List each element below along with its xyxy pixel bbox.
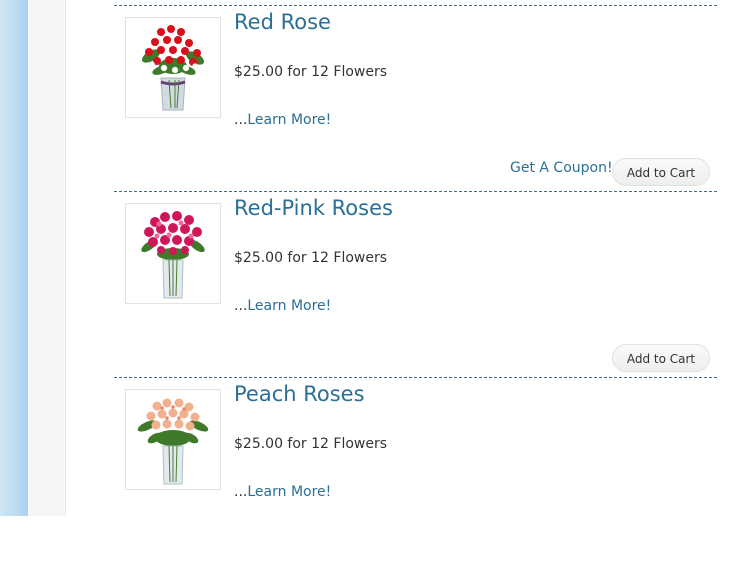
product-title[interactable]: Red Rose [234,10,331,34]
learn-more-link[interactable]: Learn More! [247,112,331,128]
learn-more: ...Learn More! [234,484,331,500]
learn-more-prefix: ... [234,484,248,500]
product-price: $25.00 for 12 Flowers [234,64,388,80]
content-gutter [28,0,66,516]
product-price: $25.00 for 12 Flowers [234,250,388,266]
product-item: Peach Roses $25.00 for 12 Flowers ...Lea… [114,377,717,564]
product-list: Red Rose $25.00 for 12 Flowers ...Learn … [66,0,755,516]
learn-more: ...Learn More! [234,298,331,314]
page-background-left [0,0,28,516]
product-item: Red-Pink Roses $25.00 for 12 Flowers ...… [114,191,717,378]
learn-more-prefix: ... [234,112,248,128]
product-image-red-rose[interactable] [125,17,221,118]
product-image-peach-roses[interactable] [125,389,221,490]
add-to-cart-button[interactable]: Add to Cart [612,344,710,372]
learn-more-prefix: ... [234,298,248,314]
product-title[interactable]: Peach Roses [234,382,365,406]
learn-more-link[interactable]: Learn More! [247,484,331,500]
product-price: $25.00 for 12 Flowers [234,436,388,452]
add-to-cart-button[interactable]: Add to Cart [612,158,710,186]
product-item: Red Rose $25.00 for 12 Flowers ...Learn … [114,5,717,192]
product-image-red-pink-roses[interactable] [125,203,221,304]
product-title[interactable]: Red-Pink Roses [234,196,393,220]
learn-more-link[interactable]: Learn More! [247,298,331,314]
get-coupon-link[interactable]: Get A Coupon! [510,160,613,176]
learn-more: ...Learn More! [234,112,331,128]
